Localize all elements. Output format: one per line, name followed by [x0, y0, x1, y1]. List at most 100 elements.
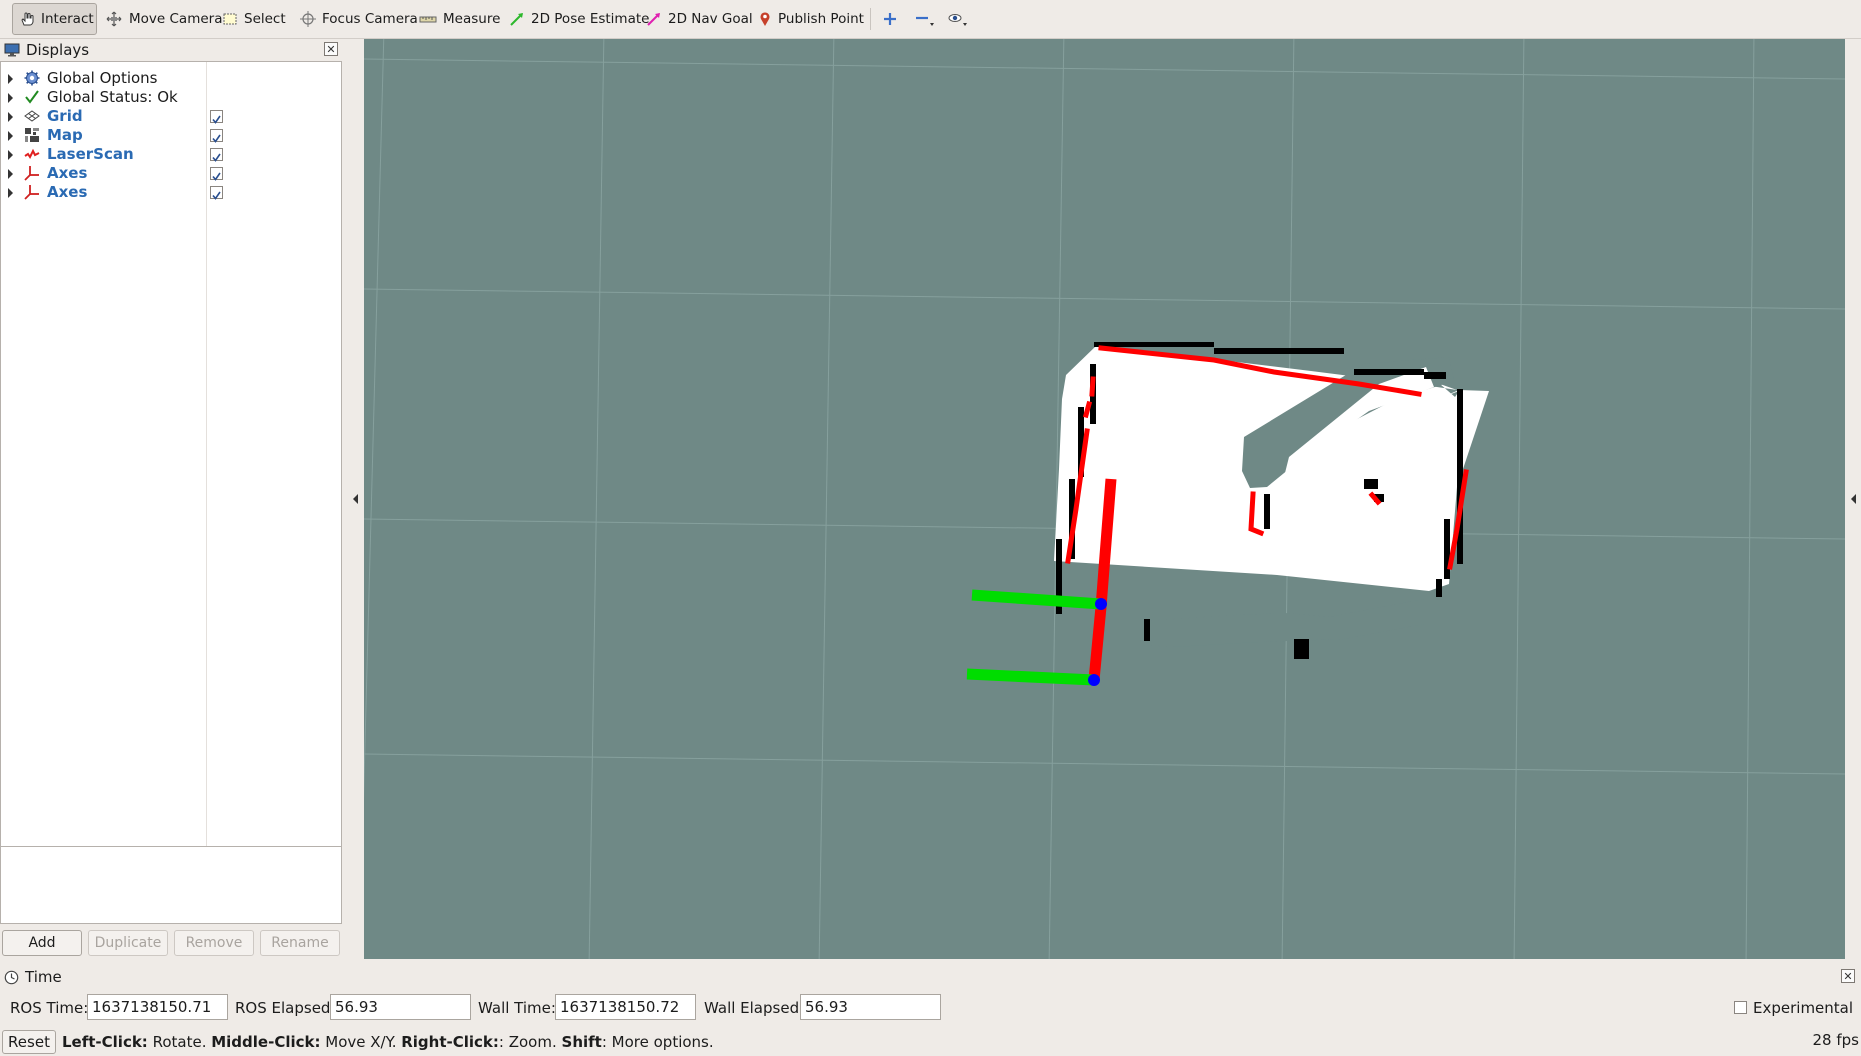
right-click-desc: : Zoom. [498, 1033, 562, 1051]
view-options-button[interactable] [945, 3, 971, 35]
green-arrow-icon [510, 13, 523, 26]
ros-elapsed-field[interactable]: 56.93 [330, 994, 471, 1020]
displays-header: Displays [0, 39, 343, 61]
display-item-label: Global Options [47, 69, 158, 87]
axis-origin-lower [1088, 674, 1100, 686]
display-description-box [0, 846, 342, 924]
right-splitter-arrow-icon[interactable] [1851, 494, 1856, 504]
publish-point-label: Publish Point [778, 11, 864, 27]
displays-close-button[interactable]: ✕ [324, 42, 338, 56]
render-viewport[interactable] [364, 39, 1845, 959]
display-item-laserscan[interactable]: LaserScan [1, 145, 341, 164]
displays-tree: Global Options Global Status: Ok Grid Ma… [0, 61, 342, 881]
2d-pose-estimate-label: 2D Pose Estimate [531, 11, 650, 27]
duplicate-display-button[interactable]: Duplicate [88, 930, 168, 956]
left-splitter-arrow-icon[interactable] [353, 494, 358, 504]
monitor-icon [4, 43, 20, 57]
map-pin-icon [760, 12, 770, 26]
display-item-label: Grid [47, 107, 83, 125]
axis-x-lower [1088, 606, 1107, 681]
fps-counter: 28 fps [1812, 1031, 1859, 1049]
minus-icon [916, 16, 934, 26]
clock-icon [4, 970, 19, 984]
display-item-label: Axes [47, 164, 88, 182]
toolbar-separator [870, 8, 871, 30]
laserscan-icon [24, 148, 40, 159]
publish-point-tool-button[interactable]: Publish Point [752, 3, 864, 35]
remove-tool-button[interactable] [912, 3, 938, 35]
expand-arrow-icon[interactable] [8, 93, 13, 103]
shift-key: Shift [561, 1033, 602, 1051]
add-display-button[interactable]: Add [2, 930, 82, 956]
interact-tool-button[interactable]: Interact [12, 3, 97, 35]
wall-elapsed-field[interactable]: 56.93 [800, 994, 941, 1020]
expand-arrow-icon[interactable] [8, 188, 13, 198]
axis-y-lower [966, 668, 1095, 686]
right-click-key: Right-Click: [401, 1033, 499, 1051]
measure-tool-button[interactable]: Measure [413, 3, 500, 35]
display-item-axes[interactable]: Axes [1, 164, 341, 183]
remove-display-button[interactable]: Remove [174, 930, 254, 956]
laserscan-enabled-checkbox[interactable] [210, 148, 223, 162]
axes-icon [24, 185, 39, 200]
display-item-label: Map [47, 126, 83, 144]
middle-click-key: Middle-Click: [211, 1033, 321, 1051]
displays-title: Displays [26, 41, 90, 59]
display-item-grid[interactable]: Grid [1, 107, 341, 126]
time-close-button[interactable]: ✕ [1841, 969, 1855, 983]
focus-camera-label: Focus Camera [322, 11, 418, 27]
expand-arrow-icon[interactable] [8, 74, 13, 84]
shift-desc: : More options. [601, 1033, 714, 1051]
experimental-checkbox[interactable] [1734, 1001, 1747, 1014]
hand-icon [21, 12, 34, 26]
ruler-icon [419, 16, 437, 23]
plus-icon [884, 13, 896, 25]
grid-icon [24, 110, 40, 122]
expand-arrow-icon[interactable] [8, 150, 13, 160]
middle-click-desc: Move X/Y. [320, 1033, 402, 1051]
wall-time-field[interactable]: 1637138150.72 [555, 994, 696, 1020]
ros-time-label: ROS Time: [10, 999, 89, 1017]
eye-icon [948, 14, 967, 26]
2d-pose-estimate-tool-button[interactable]: 2D Pose Estimate [503, 3, 649, 35]
expand-arrow-icon[interactable] [8, 169, 13, 179]
displays-panel: Displays ✕ Global Options Global Status:… [0, 39, 343, 881]
move-camera-label: Move Camera [129, 11, 223, 27]
left-click-key: Left-Click: [62, 1033, 148, 1051]
time-panel-header: Time [0, 966, 1861, 988]
display-item-label: Global Status: Ok [47, 88, 178, 106]
grid-enabled-checkbox[interactable] [210, 110, 223, 124]
wall-elapsed-label: Wall Elapsed: [704, 999, 805, 1017]
add-tool-button[interactable] [880, 3, 902, 35]
expand-arrow-icon[interactable] [8, 112, 13, 122]
expand-arrow-icon[interactable] [8, 131, 13, 141]
left-click-desc: Rotate. [147, 1033, 212, 1051]
scene-canvas [364, 39, 1845, 959]
map-icon [25, 128, 39, 142]
rename-display-button[interactable]: Rename [260, 930, 340, 956]
checkmark-icon [25, 90, 39, 104]
select-tool-button[interactable]: Select [216, 3, 286, 35]
axes-enabled-checkbox[interactable] [210, 186, 223, 200]
map-unknown-region [1144, 599, 1424, 647]
experimental-label: Experimental [1753, 999, 1854, 1017]
move-camera-tool-button[interactable]: Move Camera [99, 3, 222, 35]
toolbar: Interact Move Camera Select Focus Camera… [0, 0, 1861, 39]
occupancy-map [1054, 342, 1489, 659]
display-item-axes[interactable]: Axes [1, 183, 341, 202]
reset-button[interactable]: Reset [2, 1030, 56, 1054]
2d-nav-goal-tool-button[interactable]: 2D Nav Goal [640, 3, 753, 35]
magenta-arrow-icon [647, 13, 660, 26]
axes-enabled-checkbox[interactable] [210, 167, 223, 181]
2d-nav-goal-label: 2D Nav Goal [668, 11, 753, 27]
mouse-help-text: Left-Click: Rotate. Middle-Click: Move X… [62, 1032, 714, 1052]
focus-camera-tool-button[interactable]: Focus Camera [294, 3, 418, 35]
display-item-label: LaserScan [47, 145, 134, 163]
measure-label: Measure [443, 11, 501, 27]
display-item-map[interactable]: Map [1, 126, 341, 145]
display-item-global-options[interactable]: Global Options [1, 69, 341, 88]
display-item-global-status[interactable]: Global Status: Ok [1, 88, 341, 107]
map-enabled-checkbox[interactable] [210, 129, 223, 143]
ros-time-field[interactable]: 1637138150.71 [87, 994, 228, 1020]
focus-camera-icon [300, 11, 316, 27]
